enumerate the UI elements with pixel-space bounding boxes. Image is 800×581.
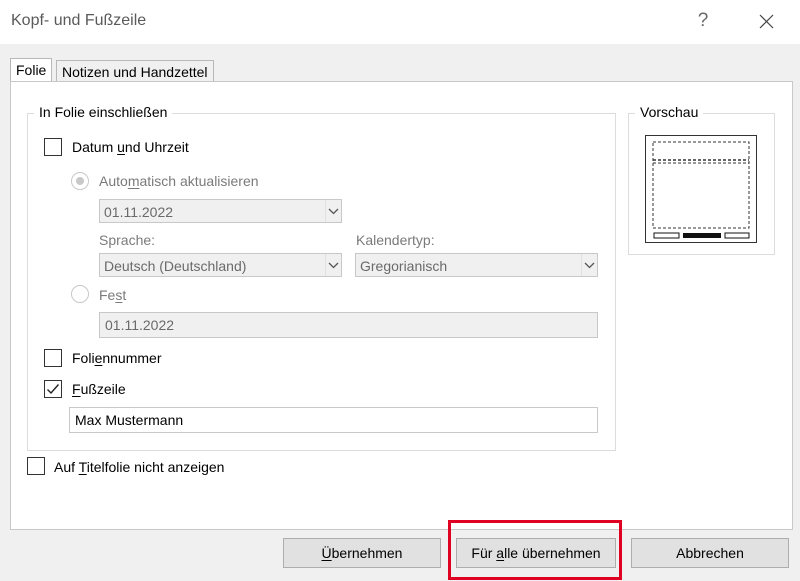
calendar-type-select[interactable]: Gregorianisch <box>355 253 598 277</box>
preview-thumbnail <box>645 135 757 246</box>
chevron-down-icon <box>328 262 339 269</box>
include-group-legend: In Folie einschließen <box>34 104 173 120</box>
footer-checkbox[interactable] <box>44 380 62 398</box>
apply-all-button[interactable]: Für alle übernehmen <box>456 538 616 568</box>
date-format-dropdown[interactable] <box>325 200 341 222</box>
footer-text-input[interactable]: Max Mustermann <box>69 407 598 433</box>
calendar-type-label: Kalendertyp: <box>356 232 435 248</box>
fixed-date-input[interactable]: 01.11.2022 <box>99 312 598 338</box>
date-format-value: 01.11.2022 <box>104 204 174 220</box>
chevron-down-icon <box>328 208 339 215</box>
auto-update-radio[interactable] <box>71 172 89 190</box>
help-button[interactable]: ? <box>688 6 718 36</box>
date-format-select[interactable]: 01.11.2022 <box>99 199 342 223</box>
language-dropdown[interactable] <box>325 254 341 276</box>
footer-label: Fußzeile <box>72 381 126 397</box>
fixed-radio[interactable] <box>71 285 89 303</box>
include-group <box>27 113 616 451</box>
tab-notizen-handzettel[interactable]: Notizen und Handzettel <box>56 60 214 83</box>
calendar-type-value: Gregorianisch <box>360 258 448 274</box>
date-time-label: Datum und Uhrzeit <box>72 139 189 155</box>
hide-on-title-slide-label: Auf Titelfolie nicht anzeigen <box>54 459 225 475</box>
preview-legend: Vorschau <box>635 104 704 120</box>
cancel-button[interactable]: Abbrechen <box>631 538 789 568</box>
hide-on-title-slide-checkbox[interactable] <box>27 457 45 475</box>
auto-update-label: Automatisch aktualisieren <box>99 173 259 189</box>
slide-number-label: Foliennummer <box>72 350 162 366</box>
radio-selected-dot <box>76 177 84 185</box>
close-button[interactable] <box>750 7 782 37</box>
close-icon <box>759 14 774 29</box>
checkmark-icon <box>47 384 60 395</box>
language-label: Sprache: <box>99 232 156 248</box>
chevron-down-icon <box>584 262 595 269</box>
date-time-checkbox[interactable] <box>44 138 62 156</box>
language-value: Deutsch (Deutschland) <box>104 258 247 274</box>
tab-folie[interactable]: Folie <box>10 58 53 83</box>
dialog-title: Kopf- und Fußzeile <box>11 12 147 29</box>
fixed-label: Fest <box>99 287 127 303</box>
calendar-type-dropdown[interactable] <box>581 254 597 276</box>
slide-number-checkbox[interactable] <box>44 349 62 367</box>
apply-button[interactable]: Übernehmen <box>283 538 441 568</box>
language-select[interactable]: Deutsch (Deutschland) <box>99 253 342 277</box>
